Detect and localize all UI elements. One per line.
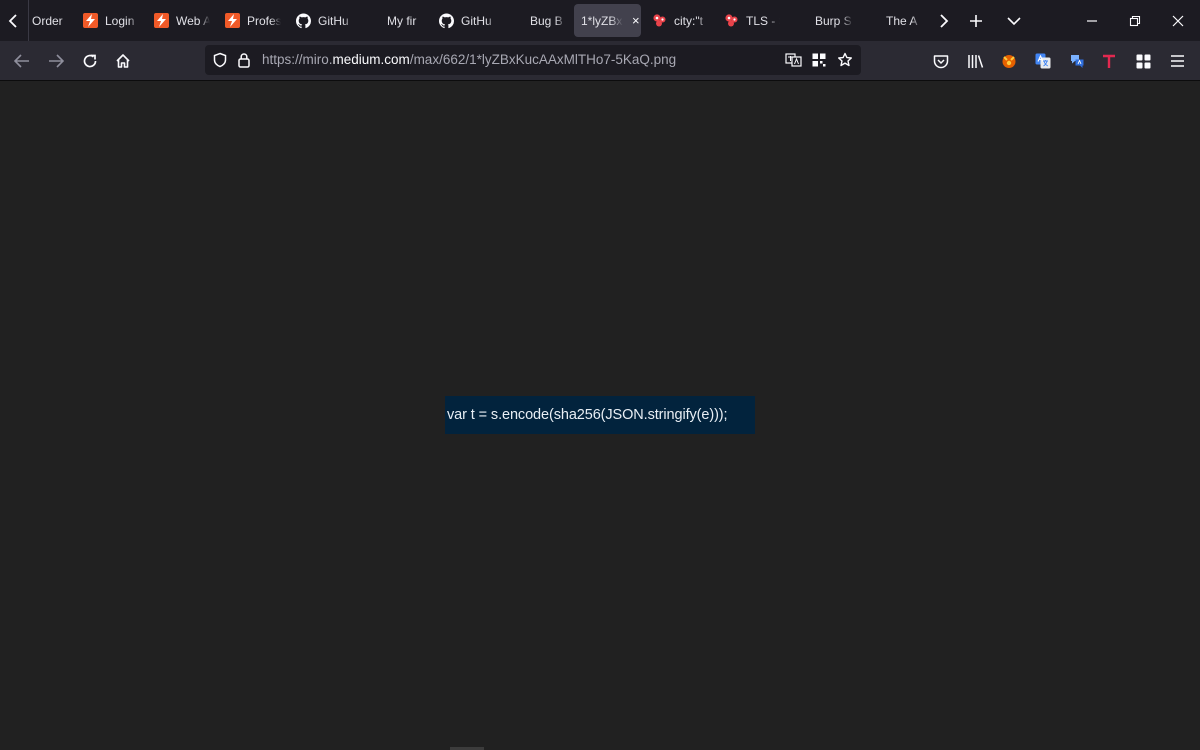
close-icon — [1172, 15, 1184, 26]
tab-label: city:"t — [674, 13, 703, 28]
navigation-toolbar: https://miro.medium.com/max/662/1*lyZBxK… — [0, 41, 1200, 81]
plus-icon — [970, 14, 982, 27]
chevron-left-icon — [8, 13, 17, 28]
close-window-button[interactable] — [1156, 0, 1200, 41]
tab-label: Profes — [247, 13, 281, 28]
tab-bug-bounty[interactable]: Bug B — [526, 4, 570, 37]
tab-strip: Order Login Web A Profes GitHu My fir Gi… — [0, 0, 1200, 41]
lock-icon[interactable] — [232, 45, 256, 75]
github-icon — [296, 13, 311, 28]
tab-label: TLS - S — [746, 13, 780, 28]
minimize-icon — [1087, 19, 1097, 22]
translate-icon[interactable] — [781, 45, 805, 75]
tab-label: Order — [32, 13, 63, 28]
url-host: medium.com — [332, 52, 410, 67]
tab-github-1[interactable]: GitHu — [292, 4, 354, 37]
shodan-icon — [724, 13, 739, 28]
address-bar[interactable]: https://miro.medium.com/max/662/1*lyZBxK… — [205, 45, 861, 75]
translate-extension-button[interactable] — [1027, 45, 1059, 77]
url-prefix: https://miro. — [262, 52, 333, 67]
qr-code-icon[interactable] — [807, 45, 831, 75]
extensions-button[interactable] — [1127, 45, 1159, 77]
tab-github-2[interactable]: GitHu — [435, 4, 497, 37]
app-menu-button[interactable] — [1161, 45, 1193, 77]
tab-label: 1*lyZBx — [581, 13, 623, 28]
extensions-grid-icon — [1136, 54, 1150, 68]
translate-bubble-icon — [1071, 55, 1084, 68]
arrow-left-icon — [14, 54, 29, 68]
red-t-icon — [1103, 54, 1115, 68]
tab-burp[interactable]: Burp S — [811, 4, 857, 37]
list-all-tabs-button[interactable] — [996, 0, 1032, 41]
tab-label: My fir — [387, 13, 417, 28]
tab-label: GitHu — [318, 13, 349, 28]
tab-label: Web A — [176, 13, 210, 28]
tab-active-image[interactable]: 1*lyZBx × — [574, 4, 641, 37]
tab-shodan-city[interactable]: city:"t — [648, 4, 708, 37]
restore-icon — [1129, 15, 1141, 26]
shodan-icon — [652, 13, 667, 28]
tab-shodan-tls[interactable]: TLS - S — [720, 4, 780, 37]
chevron-down-icon — [1007, 16, 1021, 25]
scroll-tabs-left-button[interactable] — [0, 0, 29, 41]
tab-label: Burp S — [815, 13, 852, 28]
url-path: /max/662/1*lyZBxKucAAxMlTHo7-5KaQ.png — [409, 52, 677, 67]
tracking-protection-shield-icon[interactable] — [208, 45, 232, 75]
tab-label: GitHu — [461, 13, 492, 28]
dictionary-extension-button[interactable] — [1061, 45, 1093, 77]
chevron-right-icon — [940, 13, 949, 28]
restore-button[interactable] — [1113, 0, 1157, 41]
reload-button[interactable] — [74, 45, 106, 77]
tab-the-a[interactable]: The A — [882, 4, 926, 37]
new-tab-button[interactable] — [958, 0, 994, 41]
code-snippet-image[interactable]: var t = s.encode(sha256(JSON.stringify(e… — [445, 396, 755, 434]
tab-my-first[interactable]: My fir — [383, 4, 431, 37]
fox-extension-icon — [1002, 55, 1016, 68]
tab-label: Login — [105, 13, 135, 28]
tab-professional[interactable]: Profes — [221, 4, 283, 37]
github-icon — [439, 13, 454, 28]
reload-icon — [83, 54, 97, 68]
library-icon — [967, 54, 983, 68]
bolt-icon — [83, 13, 98, 28]
extension-fox-button[interactable] — [993, 45, 1025, 77]
tab-order[interactable]: Order — [28, 4, 76, 37]
home-icon — [116, 54, 130, 68]
scroll-tabs-right-button[interactable] — [928, 0, 958, 41]
tab-login[interactable]: Login — [79, 4, 141, 37]
library-button[interactable] — [959, 45, 991, 77]
pocket-button[interactable] — [925, 45, 957, 77]
minimize-button[interactable] — [1070, 0, 1114, 41]
back-button[interactable] — [6, 45, 38, 77]
google-translate-icon — [1035, 53, 1051, 69]
home-button[interactable] — [107, 45, 139, 77]
hamburger-menu-icon — [1170, 55, 1184, 67]
url-text[interactable]: https://miro.medium.com/max/662/1*lyZBxK… — [262, 45, 676, 75]
pocket-icon — [933, 54, 949, 68]
tab-web[interactable]: Web A — [150, 4, 212, 37]
bookmark-star-icon[interactable] — [833, 45, 857, 75]
code-line: var t = s.encode(sha256(JSON.stringify(e… — [447, 407, 728, 423]
bolt-icon — [225, 13, 240, 28]
tab-label: The A — [886, 13, 918, 28]
bolt-icon — [154, 13, 169, 28]
close-icon[interactable]: × — [632, 13, 640, 28]
text-extension-button[interactable] — [1093, 45, 1125, 77]
forward-button[interactable] — [40, 45, 72, 77]
tab-label: Bug B — [530, 13, 563, 28]
arrow-right-icon — [49, 54, 64, 68]
